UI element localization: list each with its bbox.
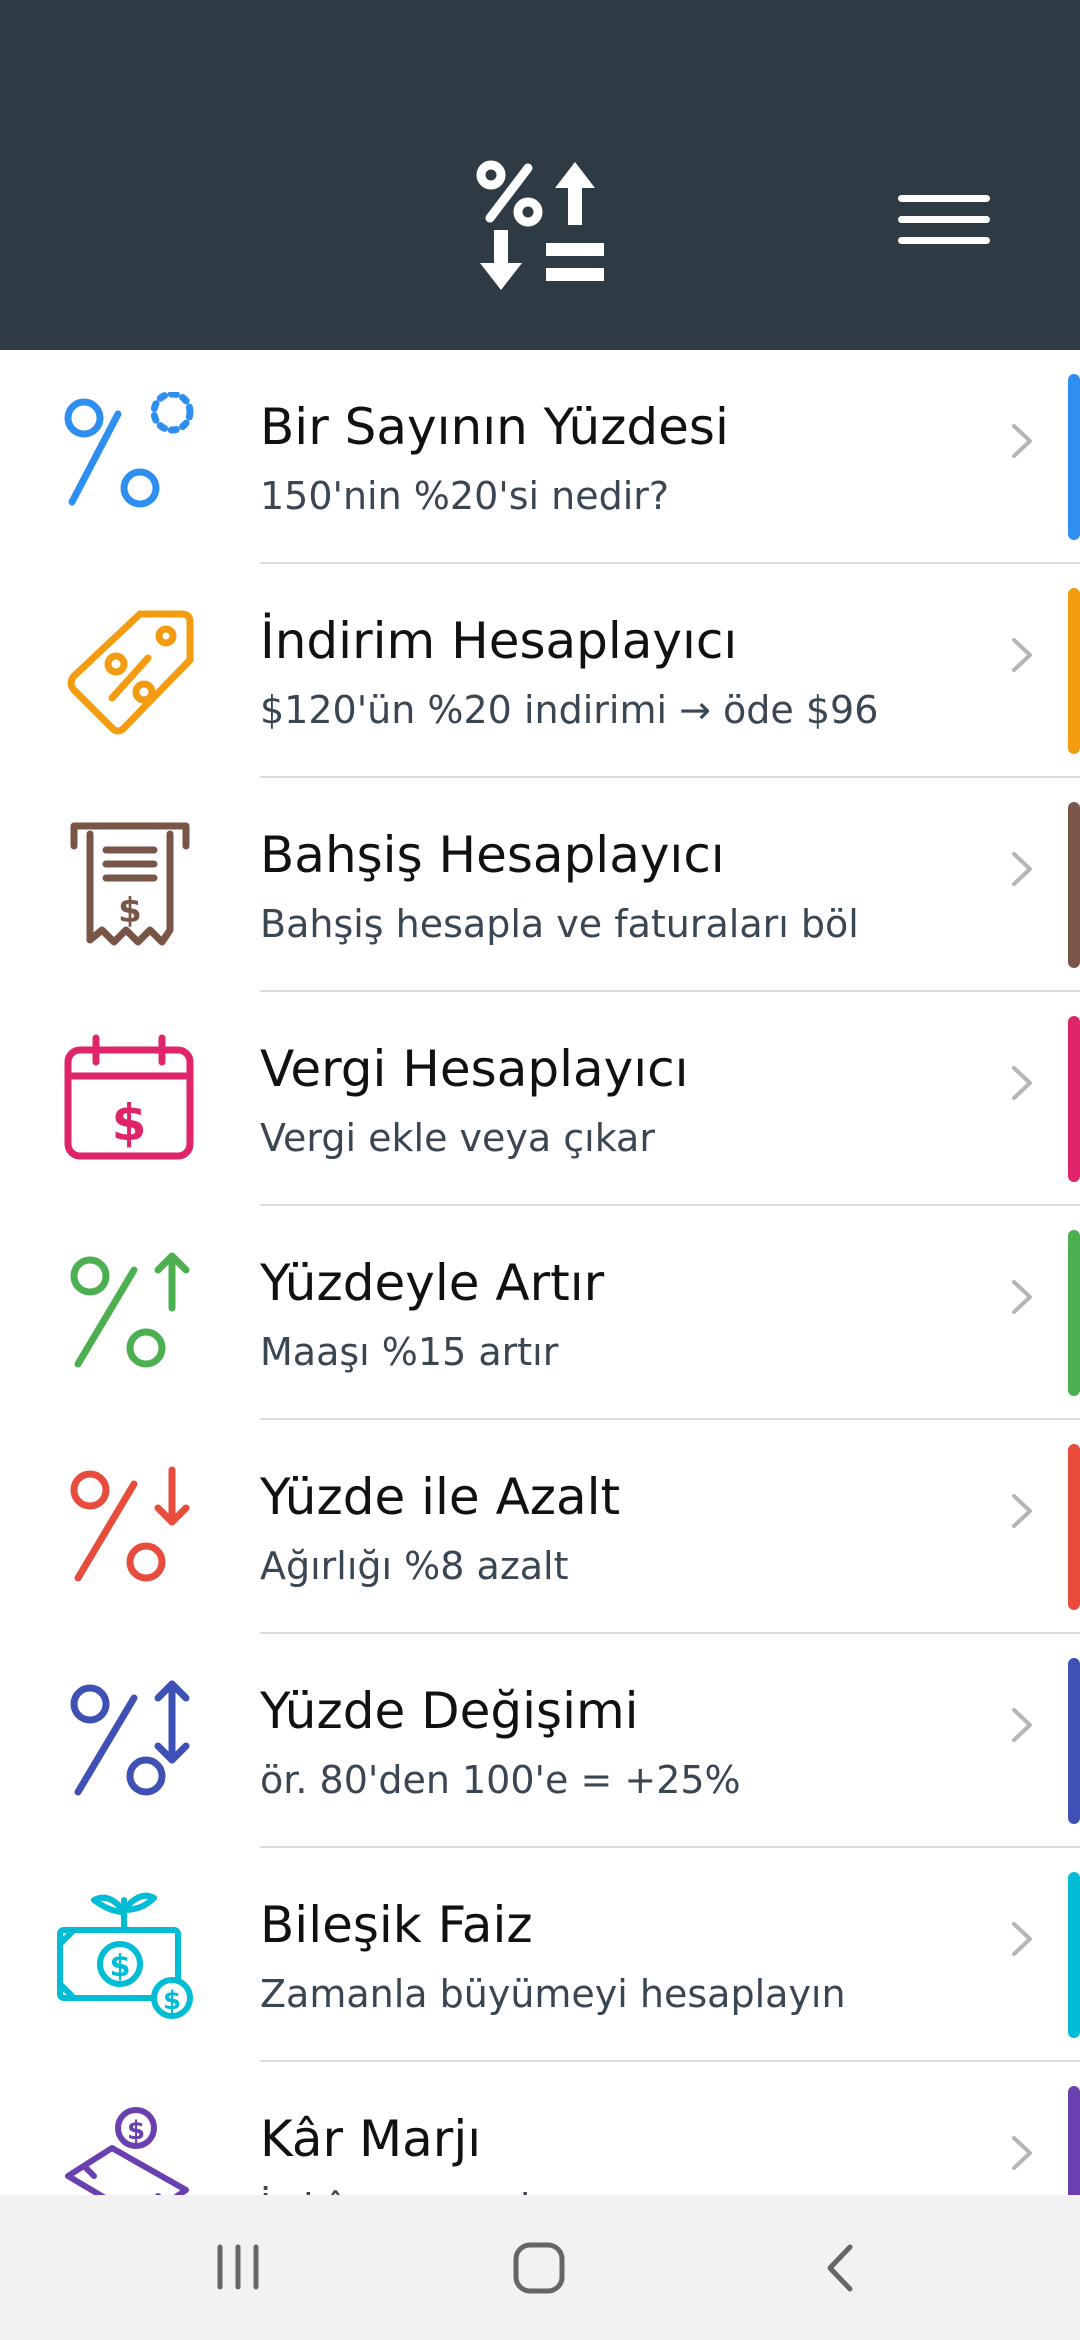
- item-subtitle: Bahşiş hesapla ve faturaları böl: [260, 902, 859, 946]
- list-item-profit-margin[interactable]: $ Kâr Marjı İş kârı ve marjı: [0, 2062, 1080, 2195]
- list-item-decrease-by-percent[interactable]: Yüzde ile Azalt Ağırlığı %8 azalt: [0, 1420, 1080, 1634]
- system-navigation-bar: [0, 2195, 1080, 2340]
- item-subtitle: 150'nin %20'si nedir?: [260, 474, 670, 518]
- percent-calculator-logo-icon: [476, 160, 606, 295]
- list-item-increase-by-percent[interactable]: Yüzdeyle Artır Maaşı %15 artır: [0, 1206, 1080, 1420]
- accent-bar: [1068, 2086, 1080, 2195]
- accent-bar: [1068, 374, 1080, 540]
- accent-bar: [1068, 588, 1080, 754]
- item-subtitle: $120'ün %20 indirimi → öde $96: [260, 688, 879, 732]
- item-title: Yüzdeyle Artır: [260, 1254, 605, 1312]
- chevron-right-icon: [1008, 1486, 1038, 1536]
- tax-calendar-icon: $: [54, 1034, 204, 1164]
- discount-tag-icon: [54, 606, 204, 736]
- app-screen: Bir Sayının Yüzdesi 150'nin %20'si nedir…: [0, 0, 1080, 2340]
- item-subtitle: Vergi ekle veya çıkar: [260, 1116, 655, 1160]
- accent-bar: [1068, 1872, 1080, 2038]
- list-item-percent-of-number[interactable]: Bir Sayının Yüzdesi 150'nin %20'si nedir…: [0, 350, 1080, 564]
- list-item-discount-calculator[interactable]: İndirim Hesaplayıcı $120'ün %20 indirimi…: [0, 564, 1080, 778]
- item-title: Bileşik Faiz: [260, 1896, 533, 1954]
- item-title: Yüzde Değişimi: [260, 1682, 639, 1740]
- percent-change-icon: [54, 1676, 204, 1806]
- chevron-right-icon: [1008, 2128, 1038, 2178]
- chevron-right-icon: [1008, 844, 1038, 894]
- list-item-compound-interest[interactable]: $ $ Bileşik Faiz Zamanla büyümeyi hesapl…: [0, 1848, 1080, 2062]
- item-subtitle: Zamanla büyümeyi hesaplayın: [260, 1972, 846, 2016]
- percent-decrease-icon: [54, 1462, 204, 1592]
- app-header: [0, 0, 1080, 350]
- item-title: Vergi Hesaplayıcı: [260, 1040, 689, 1098]
- chevron-right-icon: [1008, 1058, 1038, 1108]
- calculator-list: Bir Sayının Yüzdesi 150'nin %20'si nedir…: [0, 350, 1080, 2195]
- back-icon[interactable]: [820, 2241, 860, 2295]
- accent-bar: [1068, 1658, 1080, 1824]
- percent-increase-icon: [54, 1248, 204, 1378]
- accent-bar: [1068, 1444, 1080, 1610]
- accent-bar: [1068, 802, 1080, 968]
- item-title: İndirim Hesaplayıcı: [260, 612, 738, 670]
- hamburger-menu-icon[interactable]: [894, 190, 994, 250]
- chevron-right-icon: [1008, 1272, 1038, 1322]
- profit-money-icon: $: [54, 2104, 204, 2195]
- percent-icon: [54, 392, 204, 522]
- svg-text:$: $: [118, 891, 142, 931]
- receipt-icon: $: [54, 820, 204, 950]
- item-subtitle: Maaşı %15 artır: [260, 1330, 559, 1374]
- home-icon[interactable]: [512, 2241, 566, 2295]
- chevron-right-icon: [1008, 1700, 1038, 1750]
- item-subtitle: Ağırlığı %8 azalt: [260, 1544, 569, 1588]
- item-title: Yüzde ile Azalt: [260, 1468, 621, 1526]
- item-subtitle: ör. 80'den 100'e = +25%: [260, 1758, 741, 1802]
- chevron-right-icon: [1008, 630, 1038, 680]
- accent-bar: [1068, 1230, 1080, 1396]
- money-growth-icon: $ $: [54, 1890, 204, 2020]
- svg-text:$: $: [110, 1949, 131, 1984]
- svg-text:$: $: [127, 2116, 145, 2146]
- item-title: Bahşiş Hesaplayıcı: [260, 826, 725, 884]
- svg-text:$: $: [112, 1094, 147, 1152]
- chevron-right-icon: [1008, 416, 1038, 466]
- accent-bar: [1068, 1016, 1080, 1182]
- list-item-tip-calculator[interactable]: $ Bahşiş Hesaplayıcı Bahşiş hesapla ve f…: [0, 778, 1080, 992]
- list-item-tax-calculator[interactable]: $ Vergi Hesaplayıcı Vergi ekle veya çıka…: [0, 992, 1080, 1206]
- item-title: Bir Sayının Yüzdesi: [260, 398, 729, 456]
- item-title: Kâr Marjı: [260, 2110, 482, 2168]
- chevron-right-icon: [1008, 1914, 1038, 1964]
- svg-text:$: $: [163, 1986, 181, 2016]
- list-item-percent-change[interactable]: Yüzde Değişimi ör. 80'den 100'e = +25%: [0, 1634, 1080, 1848]
- item-subtitle: İş kârı ve marjı: [260, 2186, 541, 2195]
- recent-apps-icon[interactable]: [212, 2243, 264, 2291]
